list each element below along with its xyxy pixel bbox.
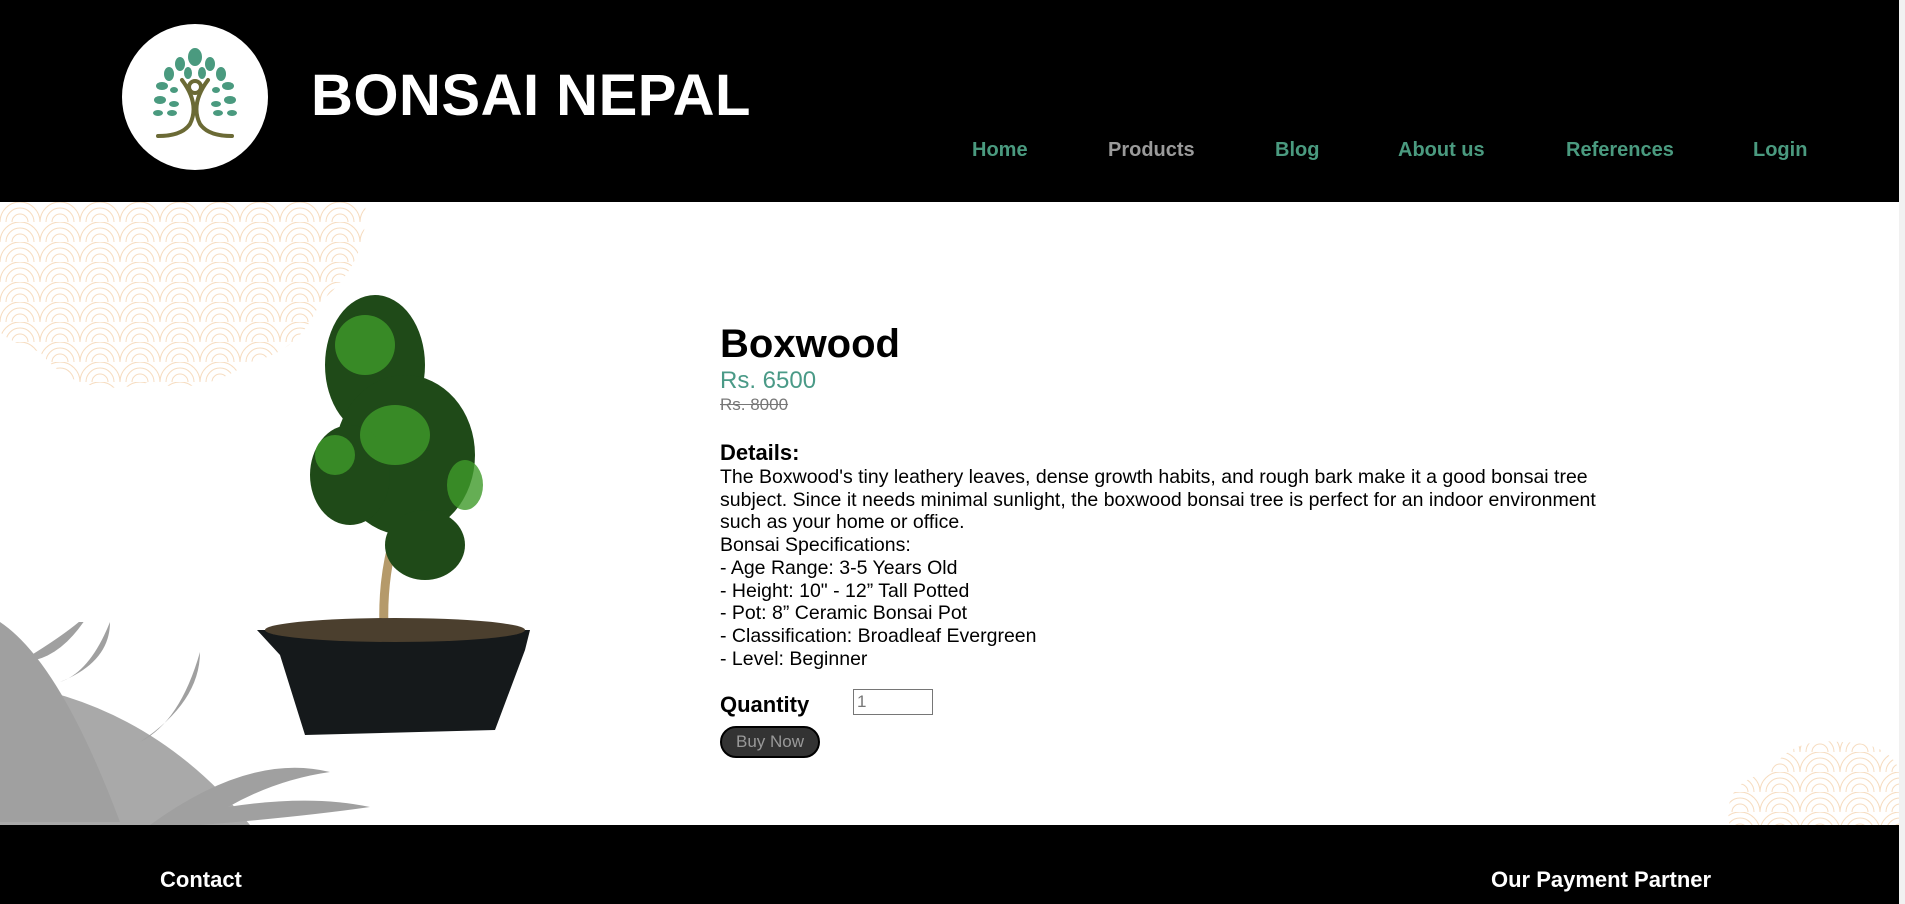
product-title: Boxwood	[720, 322, 900, 366]
buy-now-button[interactable]: Buy Now	[720, 726, 820, 759]
product-old-price: Rs. 8000	[720, 395, 789, 414]
scallop-pattern-decoration-right	[1728, 741, 1899, 825]
quantity-label: Quantity	[720, 692, 810, 718]
details-line: - Pot: 8” Ceramic Bonsai Pot	[720, 602, 968, 625]
product-info: Boxwood Rs. 6500 Rs. 8000 Details: The B…	[720, 320, 1640, 759]
details-heading: Details:	[720, 440, 800, 465]
nav-blog[interactable]: Blog	[1275, 139, 1319, 162]
details-line: such as your home or office.	[720, 511, 965, 534]
logo[interactable]	[122, 24, 268, 170]
site-footer: Contact Our Payment Partner	[0, 825, 1899, 904]
nav-home[interactable]: Home	[972, 139, 1028, 162]
details-line: Bonsai Specifications:	[720, 534, 911, 557]
tree-logo-icon	[153, 48, 237, 138]
nav-about-us[interactable]: About us	[1398, 139, 1485, 162]
product-price: Rs. 6500	[720, 367, 817, 394]
nav-login[interactable]: Login	[1753, 139, 1807, 162]
page-scrollbar[interactable]	[1899, 0, 1905, 904]
nav-products[interactable]: Products	[1108, 139, 1195, 162]
details-line: - Age Range: 3-5 Years Old	[720, 556, 958, 579]
brand-name: BONSAI NEPAL	[311, 63, 751, 128]
details-line: - Height: 10" - 12” Tall Potted	[720, 579, 970, 602]
quantity-row: Quantity	[720, 689, 1640, 720]
details-line: - Classification: Broadleaf Evergreen	[720, 624, 1037, 647]
details-line: - Level: Beginner	[720, 647, 868, 670]
site-header: BONSAI NEPAL Home Products Blog About us…	[0, 0, 1899, 202]
product-section: Boxwood Rs. 6500 Rs. 8000 Details: The B…	[0, 202, 1899, 825]
nav-references[interactable]: References	[1566, 139, 1674, 162]
product-image-boxwood-bonsai	[257, 295, 530, 735]
quantity-input[interactable]	[853, 689, 933, 716]
details-line: The Boxwood's tiny leathery leaves, dens…	[720, 466, 1588, 488]
details-line: subject. Since it needs minimal sunlight…	[720, 488, 1596, 511]
footer-contact-heading: Contact	[160, 867, 242, 892]
footer-payment-heading: Our Payment Partner	[1491, 867, 1712, 892]
